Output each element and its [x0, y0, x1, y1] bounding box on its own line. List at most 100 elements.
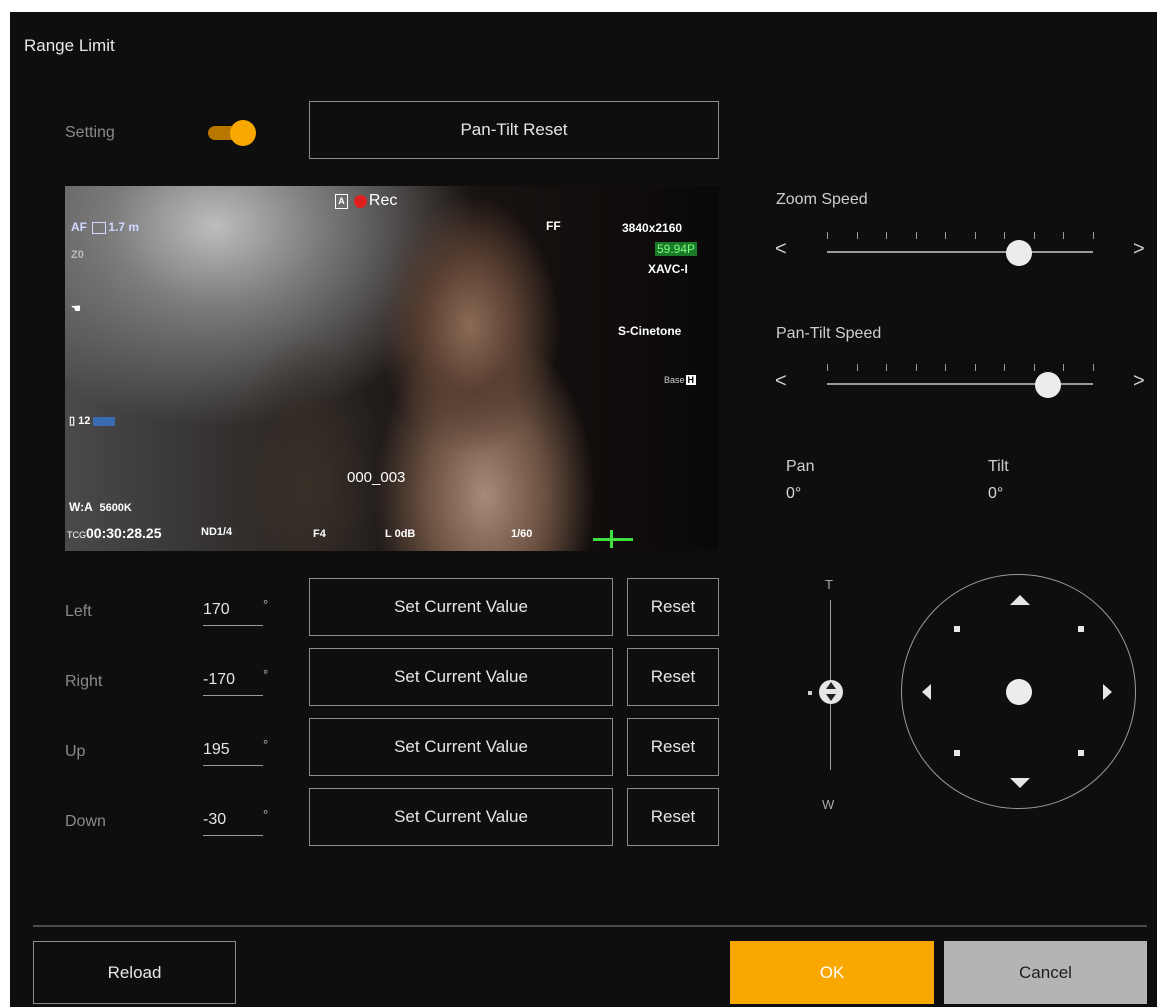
up-set-current-value-button[interactable]: Set Current Value: [309, 718, 613, 776]
pan-tilt-speed-slider: < >: [775, 364, 1157, 404]
reload-button[interactable]: Reload: [33, 941, 236, 1004]
osd-zoom: Z0: [71, 249, 84, 261]
left-limit-field[interactable]: 170 °: [203, 597, 273, 629]
osd-gain: L 0dB: [385, 528, 416, 540]
down-limit-value: -30: [203, 811, 227, 828]
zoom-speed-track: [827, 251, 1093, 253]
ok-button[interactable]: OK: [730, 941, 934, 1004]
limit-label-left: Left: [65, 603, 92, 620]
setting-toggle[interactable]: [208, 120, 258, 146]
pan-tilt-speed-label: Pan-Tilt Speed: [776, 325, 882, 342]
osd-shutter: 1/60: [511, 528, 533, 540]
osd-timecode: TCG00:30:28.25: [67, 525, 162, 541]
zoom-speed-thumb[interactable]: [1005, 240, 1032, 266]
slider-tick: [1034, 364, 1035, 371]
tilt-label: Tilt: [988, 458, 1009, 475]
slider-tick: [1034, 232, 1035, 239]
slider-tick: [827, 232, 828, 239]
osd-media-remaining: ▯ 12: [69, 414, 116, 427]
slider-tick: [975, 232, 976, 239]
zoom-speed-ticks: [827, 232, 1094, 242]
tilt-value: 0°: [988, 485, 1004, 502]
osd-look: S-Cinetone: [618, 324, 682, 338]
slider-tick: [916, 232, 917, 239]
zoom-speed-increase-button[interactable]: >: [1133, 238, 1145, 261]
pan-left-arrow-icon[interactable]: [922, 684, 931, 700]
pan-right-arrow-icon[interactable]: [1103, 684, 1112, 700]
down-right-dot-icon[interactable]: [1078, 750, 1084, 756]
up-left-dot-icon[interactable]: [954, 626, 960, 632]
right-reset-button[interactable]: Reset: [627, 648, 719, 706]
slider-tick: [857, 232, 858, 239]
level-indicator: [593, 538, 633, 541]
toggle-knob: [230, 120, 256, 146]
right-limit-unit: °: [263, 667, 269, 682]
up-limit-unit: °: [263, 737, 269, 752]
slider-tick: [1063, 364, 1064, 371]
down-left-dot-icon[interactable]: [954, 750, 960, 756]
zoom-speed-decrease-button[interactable]: <: [775, 238, 787, 261]
up-reset-button[interactable]: Reset: [627, 718, 719, 776]
zoom-rail-marker: [808, 691, 812, 695]
pan-tilt-speed-decrease-button[interactable]: <: [775, 370, 787, 393]
tilt-up-arrow-icon[interactable]: [1010, 595, 1030, 605]
focus-distance-icon: [92, 221, 107, 234]
slider-tick: [1093, 232, 1094, 239]
up-limit-value: 195: [203, 741, 230, 758]
down-limit-field[interactable]: -30 °: [203, 807, 273, 839]
slider-tick: [945, 232, 946, 239]
zoom-speed-label: Zoom Speed: [776, 191, 868, 208]
osd-wb: W:A 5600K: [69, 500, 132, 514]
osd-clip-name: 000_003: [347, 469, 406, 486]
right-limit-value: -170: [203, 671, 236, 688]
osd-iris: F4: [313, 528, 326, 540]
zoom-tele-label: T: [825, 577, 833, 592]
left-limit-value: 170: [203, 601, 230, 618]
down-limit-unit: °: [263, 807, 269, 822]
left-set-current-value-button[interactable]: Set Current Value: [309, 578, 613, 636]
left-limit-unit: °: [263, 597, 269, 612]
joystick-center-handle[interactable]: [1006, 679, 1032, 705]
camera-preview: AF 1.7 m Z0 ☚ A Rec FF 3840x2160 59.94P …: [65, 186, 719, 551]
hand-icon: ☚: [71, 303, 81, 315]
left-reset-button[interactable]: Reset: [627, 578, 719, 636]
zoom-speed-slider: < >: [775, 232, 1157, 272]
cancel-button[interactable]: Cancel: [944, 941, 1147, 1004]
slider-tick: [945, 364, 946, 371]
limit-label-down: Down: [65, 813, 106, 830]
pan-tilt-reset-button[interactable]: Pan-Tilt Reset: [309, 101, 719, 159]
zoom-wide-label: W: [822, 797, 835, 812]
slider-tick: [827, 364, 828, 371]
level-indicator-center: [610, 530, 613, 548]
slider-tick: [1063, 232, 1064, 239]
tilt-down-arrow-icon[interactable]: [1010, 778, 1030, 788]
slider-tick: [975, 364, 976, 371]
right-limit-field[interactable]: -170 °: [203, 667, 273, 699]
osd-base-iso: Base H: [664, 375, 697, 385]
osd-resolution: 3840x2160: [622, 221, 683, 235]
zoom-control-knob[interactable]: [819, 680, 843, 704]
slider-tick: [886, 364, 887, 371]
dialog-title: Range Limit: [24, 36, 115, 55]
limit-label-right: Right: [65, 673, 103, 690]
media-icon: ▯: [69, 415, 76, 427]
down-set-current-value-button[interactable]: Set Current Value: [309, 788, 613, 846]
up-right-dot-icon[interactable]: [1078, 626, 1084, 632]
slider-tick: [886, 232, 887, 239]
slider-tick: [857, 364, 858, 371]
osd-focus-mode: AF 1.7 m: [71, 220, 140, 234]
limit-label-up: Up: [65, 743, 86, 760]
slider-tick: [1004, 232, 1005, 239]
osd-frame-rate: 59.94P: [655, 242, 698, 256]
pan-tilt-speed-thumb[interactable]: [1034, 372, 1061, 398]
right-set-current-value-button[interactable]: Set Current Value: [309, 648, 613, 706]
up-limit-field[interactable]: 195 °: [203, 737, 273, 769]
footer-divider: [33, 925, 1147, 927]
down-reset-button[interactable]: Reset: [627, 788, 719, 846]
slider-tick: [1093, 364, 1094, 371]
pan-tilt-speed-increase-button[interactable]: >: [1133, 370, 1145, 393]
pan-tilt-joystick[interactable]: [901, 574, 1136, 809]
setting-label: Setting: [65, 124, 115, 141]
rec-dot-icon: [353, 194, 367, 208]
pan-value: 0°: [786, 485, 802, 502]
